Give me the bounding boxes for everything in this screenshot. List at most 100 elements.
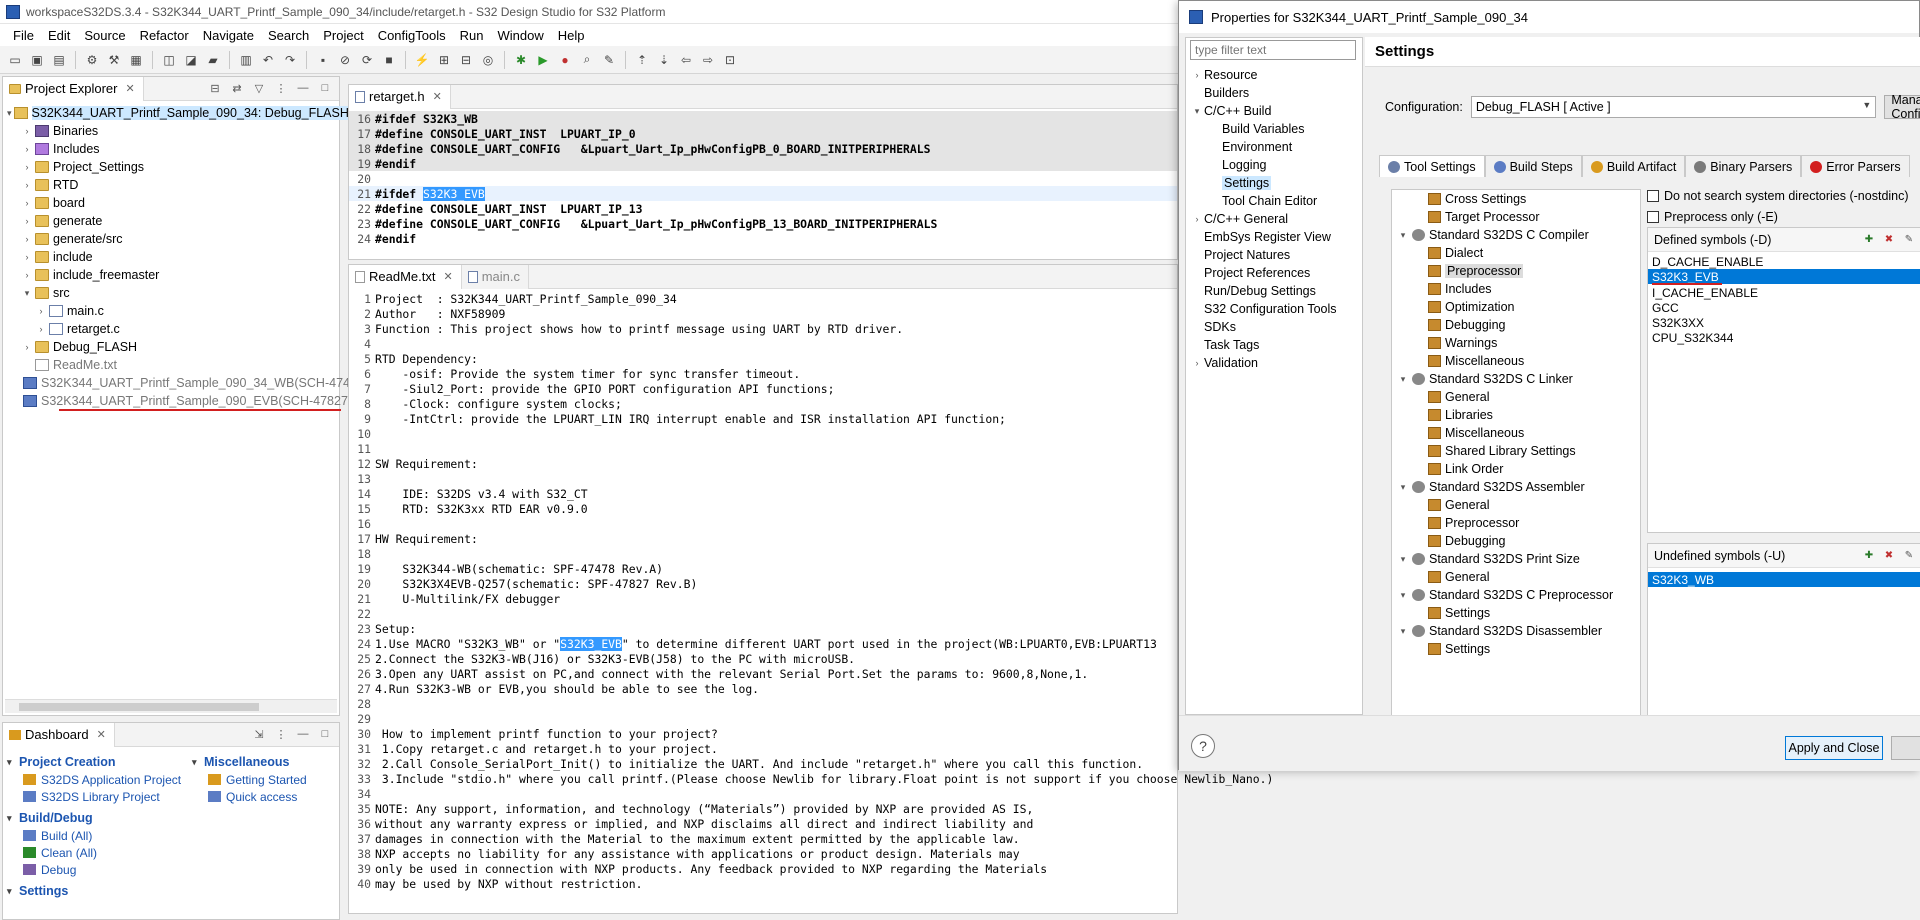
- build-icon[interactable]: ⚒: [105, 51, 123, 69]
- expand-arrow-icon[interactable]: ›: [1190, 358, 1204, 368]
- nostdinc-checkbox[interactable]: [1647, 190, 1659, 202]
- tool-tree-item[interactable]: Settings: [1392, 640, 1640, 658]
- symbol-item[interactable]: S32K3XX: [1648, 315, 1920, 330]
- configuration-select[interactable]: Debug_FLASH [ Active ] ▼: [1470, 96, 1877, 118]
- properties-tree-item[interactable]: Logging: [1186, 156, 1362, 174]
- expand-arrow-icon[interactable]: ▾: [1396, 374, 1410, 385]
- tool-tree-item[interactable]: Preprocessor: [1392, 262, 1640, 280]
- tree-item[interactable]: › Project_Settings: [3, 158, 339, 176]
- properties-tree-item[interactable]: Settings: [1186, 174, 1362, 192]
- target-icon[interactable]: ◎: [479, 51, 497, 69]
- expand-arrow-icon[interactable]: ›: [21, 180, 33, 190]
- tool-tree-item[interactable]: Debugging: [1392, 316, 1640, 334]
- dashboard-link[interactable]: Build (All): [7, 827, 192, 844]
- dashboard-section-header[interactable]: ▾ Project Creation: [7, 753, 192, 771]
- properties-tree-item[interactable]: › C/C++ General: [1186, 210, 1362, 228]
- help-button[interactable]: ?: [1191, 734, 1215, 758]
- close-icon[interactable]: ✕: [433, 90, 442, 103]
- tool-tree-item[interactable]: ▾ Standard S32DS C Linker: [1392, 370, 1640, 388]
- preprocess-only-checkbox[interactable]: [1647, 211, 1659, 223]
- tree-item[interactable]: › generate: [3, 212, 339, 230]
- external-tools-icon[interactable]: ●: [556, 51, 574, 69]
- dashboard-section-header[interactable]: ▾ Settings: [7, 882, 192, 900]
- view-menu-icon[interactable]: ⋮: [273, 726, 289, 742]
- tool-tree-item[interactable]: ▾ Standard S32DS Disassembler: [1392, 622, 1640, 640]
- tool-tree-item[interactable]: Settings: [1392, 604, 1640, 622]
- properties-tree-item[interactable]: Build Variables: [1186, 120, 1362, 138]
- tab-dashboard[interactable]: Dashboard ✕: [3, 722, 115, 747]
- add-icon[interactable]: ✚: [1862, 548, 1876, 562]
- tool-tree-item[interactable]: Optimization: [1392, 298, 1640, 316]
- expand-arrow-icon[interactable]: ›: [21, 252, 33, 262]
- tool-tree-item[interactable]: Miscellaneous: [1392, 352, 1640, 370]
- tree-item[interactable]: › Binaries: [3, 122, 339, 140]
- tool-tree-item[interactable]: General: [1392, 388, 1640, 406]
- tree-item[interactable]: ▾ src: [3, 284, 339, 302]
- edit-icon[interactable]: ✎: [1902, 548, 1916, 562]
- expand-arrow-icon[interactable]: ›: [1190, 70, 1204, 80]
- tree-item[interactable]: › board: [3, 194, 339, 212]
- expand-arrow-icon[interactable]: ▾: [1396, 554, 1410, 565]
- back-icon[interactable]: ⇦: [677, 51, 695, 69]
- menu-refactor[interactable]: Refactor: [133, 28, 196, 43]
- expand-arrow-icon[interactable]: ›: [21, 234, 33, 244]
- expand-arrow-icon[interactable]: ▾: [7, 108, 12, 119]
- properties-tree-item[interactable]: Environment: [1186, 138, 1362, 156]
- preprocess-only-option[interactable]: Preprocess only (-E): [1647, 208, 1920, 226]
- expand-arrow-icon[interactable]: ›: [21, 198, 33, 208]
- filter-icon[interactable]: ▽: [251, 80, 267, 96]
- new-project-icon[interactable]: ◫: [160, 51, 178, 69]
- properties-tree-item[interactable]: Run/Debug Settings: [1186, 282, 1362, 300]
- tool-tree-item[interactable]: Libraries: [1392, 406, 1640, 424]
- expand-arrow-icon[interactable]: ›: [21, 162, 33, 172]
- cancel-button[interactable]: [1891, 736, 1920, 760]
- pin-icon[interactable]: ⊘: [336, 51, 354, 69]
- expand-arrow-icon[interactable]: ▾: [1190, 106, 1204, 117]
- tree-item[interactable]: › RTD: [3, 176, 339, 194]
- properties-tree-item[interactable]: S32 Configuration Tools: [1186, 300, 1362, 318]
- tool-tree-item[interactable]: Includes: [1392, 280, 1640, 298]
- terminal-icon[interactable]: ▪: [314, 51, 332, 69]
- tree-item[interactable]: ▾ S32K344_UART_Printf_Sample_090_34: Debu…: [3, 104, 349, 122]
- tool-tree-item[interactable]: General: [1392, 496, 1640, 514]
- close-icon[interactable]: ✕: [97, 728, 106, 741]
- tool-tree-item[interactable]: Cross Settings: [1392, 190, 1640, 208]
- explorer-horizontal-scrollbar[interactable]: [5, 699, 337, 713]
- properties-tree-item[interactable]: ▾ C/C++ Build: [1186, 102, 1362, 120]
- tool-tree-item[interactable]: Preprocessor: [1392, 514, 1640, 532]
- annotation-prev-icon[interactable]: ⇡: [633, 51, 651, 69]
- symbol-item[interactable]: D_CACHE_ENABLE: [1648, 254, 1920, 269]
- close-icon[interactable]: ✕: [125, 82, 134, 95]
- tab-build-artifact[interactable]: Build Artifact: [1581, 155, 1686, 177]
- properties-tree-item[interactable]: Builders: [1186, 84, 1362, 102]
- tree-item[interactable]: › include_freemaster: [3, 266, 339, 284]
- tool-tree-item[interactable]: ▾ Standard S32DS Assembler: [1392, 478, 1640, 496]
- properties-tree-item[interactable]: SDKs: [1186, 318, 1362, 336]
- tool-tree-item[interactable]: ▾ Standard S32DS Print Size: [1392, 550, 1640, 568]
- nostdinc-option[interactable]: Do not search system directories (-nostd…: [1647, 187, 1920, 205]
- symbol-item[interactable]: CPU_S32K344: [1648, 330, 1920, 345]
- dashboard-link[interactable]: Debug: [7, 861, 192, 878]
- edit-icon[interactable]: ✎: [1902, 232, 1916, 246]
- new-icon[interactable]: ▭: [6, 51, 24, 69]
- tool-tree-item[interactable]: Warnings: [1392, 334, 1640, 352]
- tool-tree-item[interactable]: Debugging: [1392, 532, 1640, 550]
- tool-tree-item[interactable]: Miscellaneous: [1392, 424, 1640, 442]
- properties-tree-item[interactable]: › Validation: [1186, 354, 1362, 372]
- expand-arrow-icon[interactable]: ›: [21, 126, 33, 136]
- import-icon[interactable]: ◪: [182, 51, 200, 69]
- link-editor-icon[interactable]: ⇄: [229, 80, 245, 96]
- save-all-icon[interactable]: ▤: [50, 51, 68, 69]
- maximize-icon[interactable]: □: [317, 80, 333, 96]
- properties-tree-item[interactable]: Project Natures: [1186, 246, 1362, 264]
- debug-icon[interactable]: ✱: [512, 51, 530, 69]
- tree-item[interactable]: S32K344_UART_Printf_Sample_090_34_WB(SCH…: [3, 374, 364, 392]
- tree-item[interactable]: ReadMe.txt: [3, 356, 339, 374]
- symbol-item[interactable]: S32K3_EVB: [1648, 269, 1920, 284]
- tree-item[interactable]: › retarget.c: [3, 320, 339, 338]
- tab-retarget-h[interactable]: retarget.h ✕: [349, 84, 451, 109]
- expand-arrow-icon[interactable]: ▾: [1396, 482, 1410, 493]
- symbol-item[interactable]: I_CACHE_ENABLE: [1648, 285, 1920, 300]
- tool-tree-item[interactable]: Shared Library Settings: [1392, 442, 1640, 460]
- expand-arrow-icon[interactable]: ▾: [1396, 626, 1410, 637]
